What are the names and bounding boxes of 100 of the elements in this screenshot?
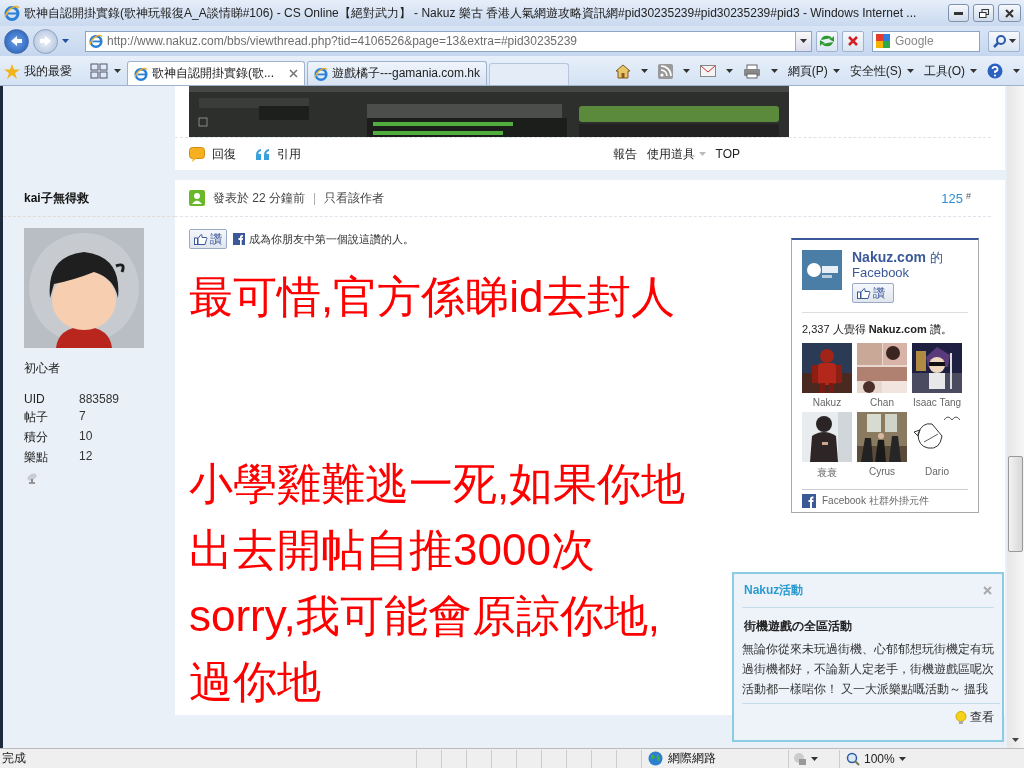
caret-icon[interactable] — [725, 69, 733, 73]
fan-name[interactable]: Isaac Tang — [912, 397, 962, 408]
lightbulb-icon — [955, 710, 967, 725]
zoom-level[interactable]: 100% — [864, 751, 895, 766]
post-text: sorry,我可能會原諒你地, — [189, 591, 660, 640]
stat-value: 12 — [79, 449, 94, 465]
caret-icon[interactable] — [1008, 39, 1016, 43]
search-icon — [992, 34, 1007, 48]
close-button[interactable] — [998, 4, 1021, 22]
window-title: 歌神自認開掛實錄(歌神玩報復A_A談情睇#106) - CS Online【絕對武力】 - Nakuz 樂古 香港人氣網遊攻略資訊網#pid30235239#pid30235239#pid3 - Windows Internet ... — [24, 4, 918, 22]
star-icon — [4, 63, 20, 79]
command-menu[interactable]: 安全性(S) — [849, 62, 914, 80]
caret-icon[interactable] — [970, 69, 977, 73]
stat-value: 7 — [79, 409, 87, 425]
forward-arrow-icon — [39, 35, 52, 47]
home-icon[interactable] — [614, 63, 631, 79]
caret-icon[interactable] — [62, 39, 69, 43]
browser-tab[interactable]: 歌神自認開掛實錄(歌... — [127, 61, 305, 85]
back-button[interactable] — [4, 28, 29, 54]
caret-icon[interactable] — [640, 69, 648, 73]
view-link[interactable]: 查看 — [955, 709, 994, 726]
facebook-link[interactable]: Facebook — [852, 265, 943, 280]
post-tool-link[interactable]: 報告 — [612, 145, 637, 163]
quick-tabs-icon[interactable] — [90, 63, 108, 79]
popup-text: 活動都一樣啱你！ 又一大派樂點嘅活動～ 搵我 — [742, 682, 989, 697]
fan-name[interactable]: 衰衰 — [817, 466, 837, 480]
refresh-button[interactable] — [816, 30, 838, 52]
feed-icon[interactable] — [657, 63, 673, 79]
zoom-icon[interactable] — [846, 751, 860, 766]
thumbs-up-icon — [857, 287, 871, 299]
favorites-button[interactable]: 我的最愛 — [4, 57, 72, 85]
browser-icon — [4, 5, 20, 21]
thumbs-up-icon — [194, 233, 208, 245]
scrollbar-thumb[interactable] — [1008, 456, 1023, 552]
caret-icon[interactable] — [1013, 69, 1020, 73]
globe-icon — [648, 751, 663, 766]
stat-label: 帖子 — [24, 409, 49, 426]
minimize-icon — [954, 11, 963, 15]
like-text: 成為你朋友中第一個說這讚的人。 — [249, 231, 414, 247]
address-field[interactable]: http://www.nakuz.com/bbs/viewthread.php?tid=4106526&page=13&extra=#pid30235239 — [85, 30, 812, 52]
stop-button[interactable] — [842, 30, 864, 52]
speech-bubble-icon — [189, 146, 205, 162]
post-text: 過你地 — [189, 657, 321, 706]
scrollbar[interactable] — [1007, 86, 1024, 748]
minimize-button[interactable] — [948, 4, 969, 22]
mail-icon[interactable] — [699, 65, 716, 77]
search-button[interactable] — [988, 30, 1020, 52]
separator: | — [313, 191, 317, 205]
author-only-link[interactable]: 只看該作者 — [324, 189, 385, 207]
post-tool-link[interactable]: TOP — [715, 147, 740, 161]
fan-name[interactable]: Nakuz — [812, 397, 842, 408]
caret-icon[interactable] — [811, 756, 818, 761]
search-field[interactable]: Google — [872, 30, 980, 52]
restore-button[interactable] — [973, 4, 994, 22]
post-text: 小學雞難逃一死,如果你地 — [189, 459, 686, 508]
print-icon[interactable] — [742, 63, 761, 79]
reply-link[interactable]: 回復 — [189, 145, 236, 163]
command-menu[interactable]: 網頁(P) — [787, 62, 840, 80]
author-name[interactable]: kai子無得救 — [24, 189, 89, 207]
post-number[interactable]: 125 — [941, 190, 963, 206]
quote-link[interactable]: 引用 — [256, 145, 301, 163]
page-name-link[interactable]: Nakuz.com — [852, 249, 926, 265]
like-button[interactable]: 讚 — [189, 229, 227, 249]
post-text: 出去開帖自推3000次 — [189, 525, 595, 574]
popup-text: 無論你從來未玩過街機、心郁郁想玩街機定有玩 — [742, 642, 994, 657]
stat-value: 10 — [79, 429, 94, 445]
fan-name[interactable]: Dario — [925, 466, 949, 477]
caret-icon[interactable] — [770, 69, 778, 73]
stat-value: 883589 — [79, 392, 121, 406]
caret-icon[interactable] — [898, 756, 906, 761]
restore-icon — [978, 8, 989, 18]
popup-text: 過街機都好，不論新人定老手，街機遊戲區呢次 — [742, 662, 994, 677]
fan-name[interactable]: Chan — [870, 397, 894, 408]
facebook-icon — [802, 494, 816, 508]
caret-icon[interactable] — [800, 39, 807, 43]
back-arrow-icon — [10, 35, 23, 47]
fan-name[interactable]: Cyrus — [868, 466, 896, 477]
like-button[interactable]: 讚 — [852, 283, 894, 303]
command-menu[interactable]: 工具(O) — [923, 62, 977, 80]
browser-tab[interactable]: 遊戲橘子---gamania.com.hk — [307, 61, 488, 85]
caret-icon[interactable] — [906, 69, 914, 73]
stat-label: 樂點 — [24, 449, 49, 466]
status-text: 完成 — [1, 750, 27, 767]
browser-icon — [89, 34, 103, 48]
refresh-icon — [819, 34, 835, 48]
caret-icon[interactable] — [114, 69, 121, 73]
close-icon[interactable] — [289, 69, 298, 78]
popup-heading: 街機遊戲の全區活動 — [744, 618, 853, 635]
post-text: 最可惜,官方係睇id去封人 — [189, 272, 676, 321]
plugin-footer: Facebook 社群外掛元件 — [822, 494, 929, 508]
caret-icon[interactable] — [832, 69, 840, 73]
satellite-icon[interactable] — [26, 472, 38, 484]
page-logo-icon[interactable] — [802, 250, 842, 290]
caret-icon[interactable] — [682, 69, 690, 73]
down-arrow-icon[interactable] — [1012, 737, 1019, 742]
browser-icon — [314, 66, 328, 81]
post-tool-link[interactable]: 使用道具 — [646, 145, 706, 163]
help-icon[interactable] — [987, 63, 1003, 79]
browser-icon — [134, 66, 148, 81]
facebook-icon — [233, 233, 245, 245]
